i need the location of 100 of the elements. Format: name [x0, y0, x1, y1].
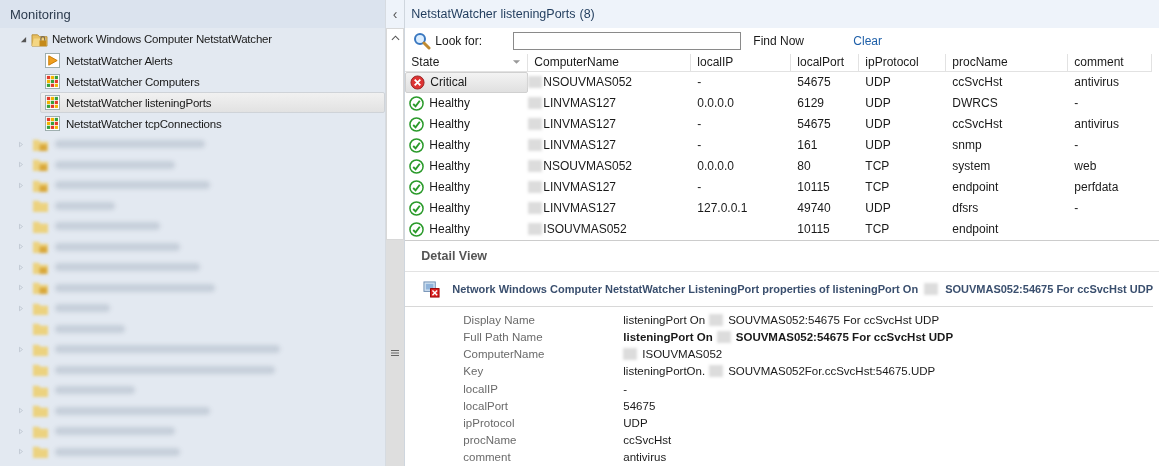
healthy-icon	[409, 200, 425, 216]
tree-item[interactable]: NetstatWatcher tcpConnections	[40, 113, 385, 134]
table-cell: UDP	[865, 96, 891, 111]
state-cell[interactable]: Healthy	[405, 92, 529, 114]
property-value: listeningPort On	[623, 313, 706, 326]
redacted-label	[55, 324, 125, 333]
state-grid-icon	[44, 95, 61, 110]
table-cell: LINVMAS127	[543, 96, 616, 111]
redaction-mark	[924, 283, 939, 296]
column-header[interactable]: ipProtocol	[859, 53, 947, 72]
state-cell[interactable]: Healthy	[405, 134, 529, 156]
expander-icon[interactable]	[20, 35, 27, 43]
table-cell: 10115	[797, 180, 830, 195]
column-header[interactable]: State	[405, 53, 529, 72]
search-label: Look for:	[435, 33, 483, 48]
property-name: ComputerName	[462, 348, 546, 361]
table-cell: 49740	[797, 201, 831, 216]
table-cell: snmp	[952, 138, 982, 153]
table-cell: LINVMAS127	[543, 180, 616, 195]
state-cell[interactable]: Healthy	[405, 176, 529, 198]
table-cell: 127.0.0.1	[697, 201, 748, 216]
view-title: NetstatWatcher listeningPorts	[411, 6, 576, 21]
redaction-mark	[528, 139, 543, 152]
table-cell: 0.0.0.0	[697, 96, 734, 111]
table-cell: TCP	[865, 159, 890, 174]
property-name: localIP	[462, 382, 499, 395]
table-cell: dfsrs	[952, 201, 979, 216]
table-cell: ccSvcHst	[952, 75, 1003, 90]
property-value: SOUVMAS052:54675 For ccSvcHst UDP	[728, 313, 940, 326]
redaction-mark	[528, 202, 543, 215]
table-cell: endpoint	[952, 180, 999, 195]
table-cell: system	[952, 159, 991, 174]
property-name: Full Path Name	[462, 331, 544, 344]
property-value: -	[623, 382, 628, 395]
property-value: UDP	[623, 417, 648, 430]
critical-icon	[410, 74, 426, 90]
column-header[interactable]: ComputerName	[528, 53, 692, 72]
table-cell: web	[1074, 159, 1097, 174]
table-cell: antivirus	[1074, 75, 1119, 90]
table-cell: LINVMAS127	[543, 117, 616, 132]
healthy-icon	[409, 158, 425, 174]
detail-heading: SOUVMAS052:54675 For ccSvcHst UDP	[945, 283, 1153, 296]
tree-folder-label[interactable]: Network Windows Computer NetstatWatcher	[52, 33, 272, 45]
state-cell[interactable]: Healthy	[405, 155, 529, 177]
redaction-mark	[528, 223, 543, 236]
scroll-up-icon[interactable]	[390, 35, 400, 41]
table-cell: UDP	[865, 75, 891, 90]
column-header[interactable]: procName	[946, 53, 1069, 72]
table-cell: ccSvcHst	[952, 117, 1003, 132]
property-value: listeningPort On	[623, 331, 713, 344]
search-field[interactable]	[513, 31, 742, 50]
table-cell: 54675	[797, 117, 831, 132]
property-name: comment	[462, 451, 512, 464]
table-cell: -	[1074, 96, 1079, 111]
column-header[interactable]: comment	[1068, 53, 1153, 72]
find-now-button[interactable]: Find Now	[753, 33, 854, 48]
column-header[interactable]: localPort	[791, 53, 860, 72]
state-cell[interactable]: Critical	[405, 71, 529, 93]
grip-icon[interactable]	[391, 349, 399, 357]
column-header[interactable]: localIP	[691, 53, 792, 72]
table-cell: 10115	[797, 222, 830, 237]
collapse-pane-button[interactable]: ‹	[385, 0, 405, 28]
property-name: Key	[462, 365, 485, 378]
table-cell: -	[697, 75, 702, 90]
healthy-icon	[409, 137, 425, 153]
tree-item[interactable]: NetstatWatcher listeningPorts	[40, 92, 385, 113]
property-value: SOUVMAS052For.ccSvcHst:54675.UDP	[728, 365, 936, 378]
search-icon	[413, 31, 432, 50]
table-cell: 161	[797, 138, 818, 153]
redaction-mark	[528, 118, 543, 131]
table-cell: NSOUVMAS052	[543, 75, 632, 90]
redaction-mark	[528, 76, 543, 89]
property-value: antivirus	[623, 451, 667, 464]
scroll-bar[interactable]	[385, 28, 405, 240]
tree-item[interactable]: NetstatWatcher Alerts	[40, 50, 385, 71]
redaction-mark	[709, 313, 724, 326]
locked-folder-icon	[31, 31, 48, 47]
state-cell[interactable]: Healthy	[405, 113, 529, 135]
healthy-icon	[409, 179, 425, 195]
property-value: 54675	[623, 399, 656, 412]
property-name: ipProtocol	[462, 417, 516, 430]
monitor-error-icon	[423, 280, 441, 298]
table-cell: TCP	[865, 222, 890, 237]
table-cell: -	[697, 180, 702, 195]
property-name: procName	[462, 434, 518, 447]
redaction-mark	[528, 97, 543, 110]
property-name: Display Name	[462, 313, 536, 326]
state-cell[interactable]: Healthy	[405, 197, 529, 219]
table-cell: ISOUVMAS052	[543, 222, 627, 237]
table-cell: NSOUVMAS052	[543, 159, 632, 174]
clear-link[interactable]: Clear	[853, 33, 882, 48]
table-cell: -	[1074, 138, 1079, 153]
redaction-mark	[528, 181, 543, 194]
redaction-mark	[716, 331, 731, 344]
redacted-label	[55, 201, 115, 210]
table-cell: 0.0.0.0	[697, 159, 734, 174]
state-cell[interactable]: Healthy	[405, 218, 529, 240]
property-value: ccSvcHst	[623, 434, 672, 447]
tree-item[interactable]: NetstatWatcher Computers	[40, 71, 385, 92]
property-name: localPort	[462, 399, 510, 412]
